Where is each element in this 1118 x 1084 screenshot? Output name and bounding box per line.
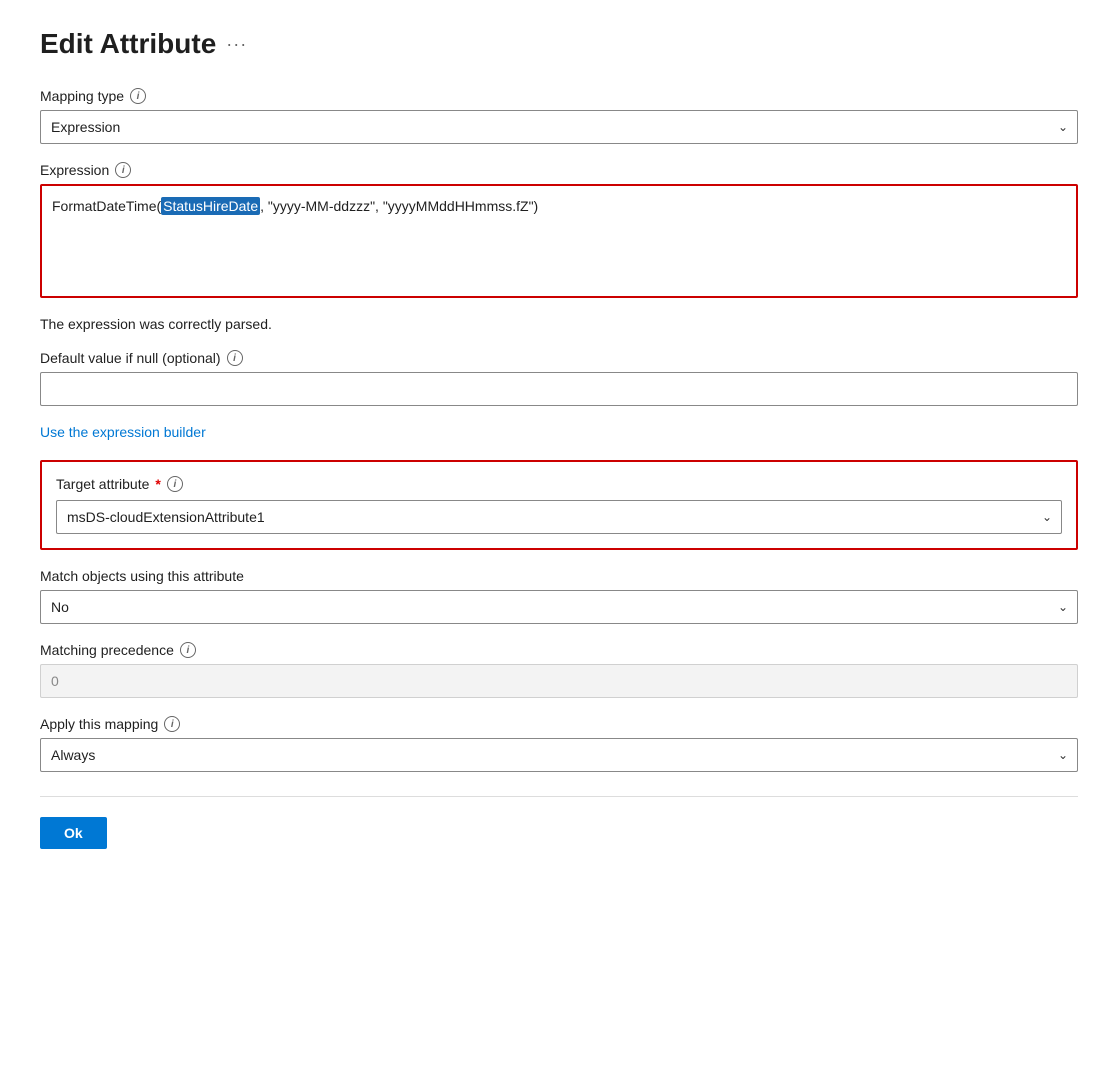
- mapping-type-label: Mapping type i: [40, 88, 1078, 104]
- matching-precedence-section: Matching precedence i: [40, 642, 1078, 698]
- apply-mapping-select-wrapper: Always Only during object creation Only …: [40, 738, 1078, 772]
- expression-builder-link[interactable]: Use the expression builder: [40, 424, 206, 440]
- target-attribute-section: Target attribute * i msDS-cloudExtension…: [40, 460, 1078, 550]
- apply-mapping-section: Apply this mapping i Always Only during …: [40, 716, 1078, 772]
- matching-precedence-input: [40, 664, 1078, 698]
- divider: [40, 796, 1078, 797]
- default-value-info-icon[interactable]: i: [227, 350, 243, 366]
- match-objects-section: Match objects using this attribute No Ye…: [40, 568, 1078, 624]
- default-value-section: Default value if null (optional) i: [40, 350, 1078, 406]
- expression-info-icon[interactable]: i: [115, 162, 131, 178]
- target-attribute-info-icon[interactable]: i: [167, 476, 183, 492]
- target-attribute-select-wrapper: msDS-cloudExtensionAttribute1 ⌄: [56, 500, 1062, 534]
- match-objects-label: Match objects using this attribute: [40, 568, 1078, 584]
- default-value-label: Default value if null (optional) i: [40, 350, 1078, 366]
- match-objects-select[interactable]: No Yes: [40, 590, 1078, 624]
- matching-precedence-info-icon[interactable]: i: [180, 642, 196, 658]
- page-container: Edit Attribute ··· Mapping type i Expres…: [0, 0, 1118, 889]
- required-star: *: [155, 476, 160, 492]
- ok-button[interactable]: Ok: [40, 817, 107, 849]
- expression-label: Expression i: [40, 162, 1078, 178]
- target-attribute-select[interactable]: msDS-cloudExtensionAttribute1: [56, 500, 1062, 534]
- mapping-type-info-icon[interactable]: i: [130, 88, 146, 104]
- apply-mapping-select[interactable]: Always Only during object creation Only …: [40, 738, 1078, 772]
- mapping-type-select[interactable]: Expression Direct Constant: [40, 110, 1078, 144]
- page-title: Edit Attribute: [40, 28, 216, 60]
- expression-section: Expression i FormatDateTime(StatusHireDa…: [40, 162, 1078, 298]
- default-value-input[interactable]: [40, 372, 1078, 406]
- expression-content[interactable]: FormatDateTime(StatusHireDate, "yyyy-MM-…: [42, 186, 1076, 296]
- expression-textarea-wrapper: FormatDateTime(StatusHireDate, "yyyy-MM-…: [40, 184, 1078, 298]
- matching-precedence-label: Matching precedence i: [40, 642, 1078, 658]
- expression-prefix: FormatDateTime(: [52, 198, 161, 214]
- title-row: Edit Attribute ···: [40, 28, 1078, 60]
- parsed-message-section: The expression was correctly parsed.: [40, 316, 1078, 332]
- parsed-message: The expression was correctly parsed.: [40, 316, 1078, 332]
- apply-mapping-info-icon[interactable]: i: [164, 716, 180, 732]
- mapping-type-select-wrapper: Expression Direct Constant ⌄: [40, 110, 1078, 144]
- expression-suffix: , "yyyy-MM-ddzzz", "yyyyMMddHHmmss.fZ"): [260, 198, 538, 214]
- more-options-icon[interactable]: ···: [226, 34, 247, 55]
- target-attribute-label: Target attribute * i: [56, 476, 1062, 492]
- expression-highlighted: StatusHireDate: [161, 197, 260, 215]
- mapping-type-section: Mapping type i Expression Direct Constan…: [40, 88, 1078, 144]
- apply-mapping-label: Apply this mapping i: [40, 716, 1078, 732]
- match-objects-select-wrapper: No Yes ⌄: [40, 590, 1078, 624]
